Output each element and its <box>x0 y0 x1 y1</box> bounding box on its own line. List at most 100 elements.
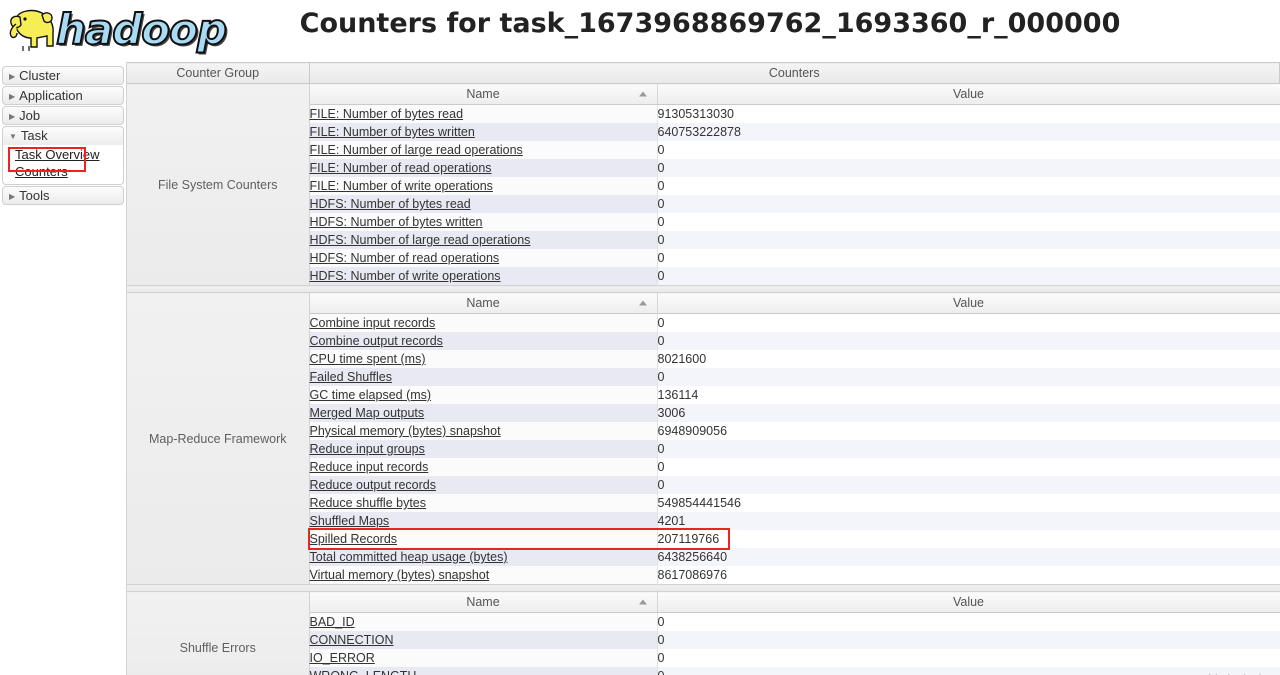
counter-name-link[interactable]: Combine output records <box>310 334 443 348</box>
sidebar-item-job[interactable]: ▶ Job <box>2 106 124 125</box>
counter-name-link[interactable]: Spilled Records <box>310 532 398 546</box>
sidebar: ▶ Cluster ▶ Application ▶ Job ▼ Task Task Ov… <box>0 62 126 206</box>
counter-value-cell: 549854441546 <box>657 494 1280 512</box>
sidebar-label-cluster: Cluster <box>19 68 61 83</box>
counter-name-cell: Merged Map outputs <box>309 404 658 422</box>
counter-name-cell: FILE: Number of write operations <box>309 177 658 195</box>
sidebar-group-application: ▶ Application <box>2 86 124 105</box>
counter-name-link[interactable]: FILE: Number of bytes read <box>310 107 464 121</box>
counter-name-link[interactable]: HDFS: Number of write operations <box>310 269 501 283</box>
sidebar-label-tools: Tools <box>19 188 50 203</box>
counters-table-area: Counter Group Counters File System Count… <box>126 62 1280 675</box>
counter-name-cell: IO_ERROR <box>309 649 658 667</box>
counter-name-cell: Failed Shuffles <box>309 368 658 386</box>
counter-name-link[interactable]: Reduce input records <box>310 460 429 474</box>
chevron-down-icon: ▼ <box>9 132 17 142</box>
counter-name-cell: GC time elapsed (ms) <box>309 386 658 404</box>
counter-name-cell: Reduce input records <box>309 458 658 476</box>
counter-name-link[interactable]: Physical memory (bytes) snapshot <box>310 424 501 438</box>
column-header-row: File System Counters Name Value <box>127 83 1280 286</box>
counter-value-cell: 6438256640 <box>657 548 1280 566</box>
column-header-name[interactable]: Name <box>309 83 658 105</box>
sidebar-item-application[interactable]: ▶ Application <box>2 86 124 105</box>
counter-name-link[interactable]: IO_ERROR <box>310 651 375 665</box>
sidebar-label-job: Job <box>19 108 41 123</box>
column-header-name[interactable]: Name <box>309 292 658 314</box>
counter-name-cell: HDFS: Number of bytes read <box>309 195 658 213</box>
sidebar-group-job: ▶ Job <box>2 106 124 125</box>
counter-name-cell: HDFS: Number of write operations <box>309 267 658 286</box>
counter-name-cell: CPU time spent (ms) <box>309 350 658 368</box>
counter-name-link[interactable]: WRONG_LENGTH <box>310 669 417 675</box>
counter-name-link[interactable]: CONNECTION <box>310 633 394 647</box>
counter-name-cell: Physical memory (bytes) snapshot <box>309 422 658 440</box>
table-head-top-row: Counter Group Counters <box>127 62 1280 84</box>
group-separator <box>127 584 1280 592</box>
column-header-row: Map-Reduce Framework Name Value <box>127 292 1280 585</box>
counter-name-link[interactable]: CPU time spent (ms) <box>310 352 426 366</box>
sidebar-item-cluster[interactable]: ▶ Cluster <box>2 66 124 85</box>
counter-name-link[interactable]: HDFS: Number of bytes written <box>310 215 483 229</box>
counter-name-cell: FILE: Number of bytes written <box>309 123 658 141</box>
column-header-value[interactable]: Value <box>657 591 1280 613</box>
counter-value-cell: 0 <box>657 313 1280 332</box>
counter-name-link[interactable]: HDFS: Number of large read operations <box>310 233 531 247</box>
sidebar-item-task-overview[interactable]: Task Overview <box>3 146 123 163</box>
counter-value-cell: 0 <box>657 649 1280 667</box>
counter-value-cell: 8617086976 <box>657 566 1280 585</box>
counter-value-cell: 91305313030 <box>657 104 1280 123</box>
counters-table: Counter Group Counters File System Count… <box>127 62 1280 675</box>
sort-ascending-icon <box>638 599 647 605</box>
counter-name-link[interactable]: HDFS: Number of read operations <box>310 251 500 265</box>
counter-name-link[interactable]: Reduce shuffle bytes <box>310 496 427 510</box>
counter-value-cell: 136114 <box>657 386 1280 404</box>
counter-value-cell: 0 <box>657 458 1280 476</box>
counter-name-link[interactable]: GC time elapsed (ms) <box>310 388 432 402</box>
counter-name-cell: FILE: Number of large read operations <box>309 141 658 159</box>
counter-name-cell: Reduce input groups <box>309 440 658 458</box>
counter-name-link[interactable]: Failed Shuffles <box>310 370 392 384</box>
counter-value-cell: 0 <box>657 476 1280 494</box>
column-header-name[interactable]: Name <box>309 591 658 613</box>
counter-name-link[interactable]: Shuffled Maps <box>310 514 390 528</box>
counter-name-link[interactable]: HDFS: Number of bytes read <box>310 197 471 211</box>
counter-value-cell: 0 <box>657 368 1280 386</box>
counter-name-cell: Combine input records <box>309 313 658 332</box>
counter-value-cell: 8021600 <box>657 350 1280 368</box>
counter-value-cell: 207119766 <box>657 530 1280 548</box>
column-header-value[interactable]: Value <box>657 292 1280 314</box>
column-header-row: Shuffle Errors Name Value <box>127 591 1280 675</box>
counter-name-cell: BAD_ID <box>309 612 658 631</box>
sidebar-item-task[interactable]: ▼ Task <box>2 126 124 145</box>
counter-name-cell: Combine output records <box>309 332 658 350</box>
sidebar-group-task: ▼ Task Task Overview Counters <box>2 126 124 185</box>
counter-name-link[interactable]: BAD_ID <box>310 615 355 629</box>
counter-value-cell: 0 <box>657 249 1280 267</box>
counter-name-cell: Virtual memory (bytes) snapshot <box>309 566 658 585</box>
column-header-value[interactable]: Value <box>657 83 1280 105</box>
counter-value-cell: 0 <box>657 440 1280 458</box>
counter-name-cell: Reduce output records <box>309 476 658 494</box>
sidebar-label-application: Application <box>19 88 83 103</box>
counter-name-link[interactable]: Merged Map outputs <box>310 406 425 420</box>
table-body: File System Counters Name Value FILE: Numbe… <box>127 83 1280 675</box>
counter-name-link[interactable]: FILE: Number of bytes written <box>310 125 475 139</box>
counter-name-link[interactable]: FILE: Number of read operations <box>310 161 492 175</box>
counter-name-cell: HDFS: Number of read operations <box>309 249 658 267</box>
counter-group-label: Map-Reduce Framework <box>127 292 310 585</box>
header-counter-group: Counter Group <box>127 62 310 84</box>
sidebar-item-tools[interactable]: ▶ Tools <box>2 186 124 205</box>
chevron-right-icon: ▶ <box>9 112 16 122</box>
counter-name-link[interactable]: Total committed heap usage (bytes) <box>310 550 508 564</box>
counter-name-cell: CONNECTION <box>309 631 658 649</box>
counter-name-link[interactable]: Combine input records <box>310 316 436 330</box>
sidebar-group-tools: ▶ Tools <box>2 186 124 205</box>
counter-name-link[interactable]: Reduce input groups <box>310 442 425 456</box>
counter-value-cell: 0 <box>657 177 1280 195</box>
counter-name-link[interactable]: Reduce output records <box>310 478 436 492</box>
counter-name-link[interactable]: FILE: Number of write operations <box>310 179 493 193</box>
sidebar-item-counters[interactable]: Counters <box>3 163 123 180</box>
counter-value-cell: 4201 <box>657 512 1280 530</box>
counter-name-link[interactable]: Virtual memory (bytes) snapshot <box>310 568 490 582</box>
counter-name-link[interactable]: FILE: Number of large read operations <box>310 143 523 157</box>
